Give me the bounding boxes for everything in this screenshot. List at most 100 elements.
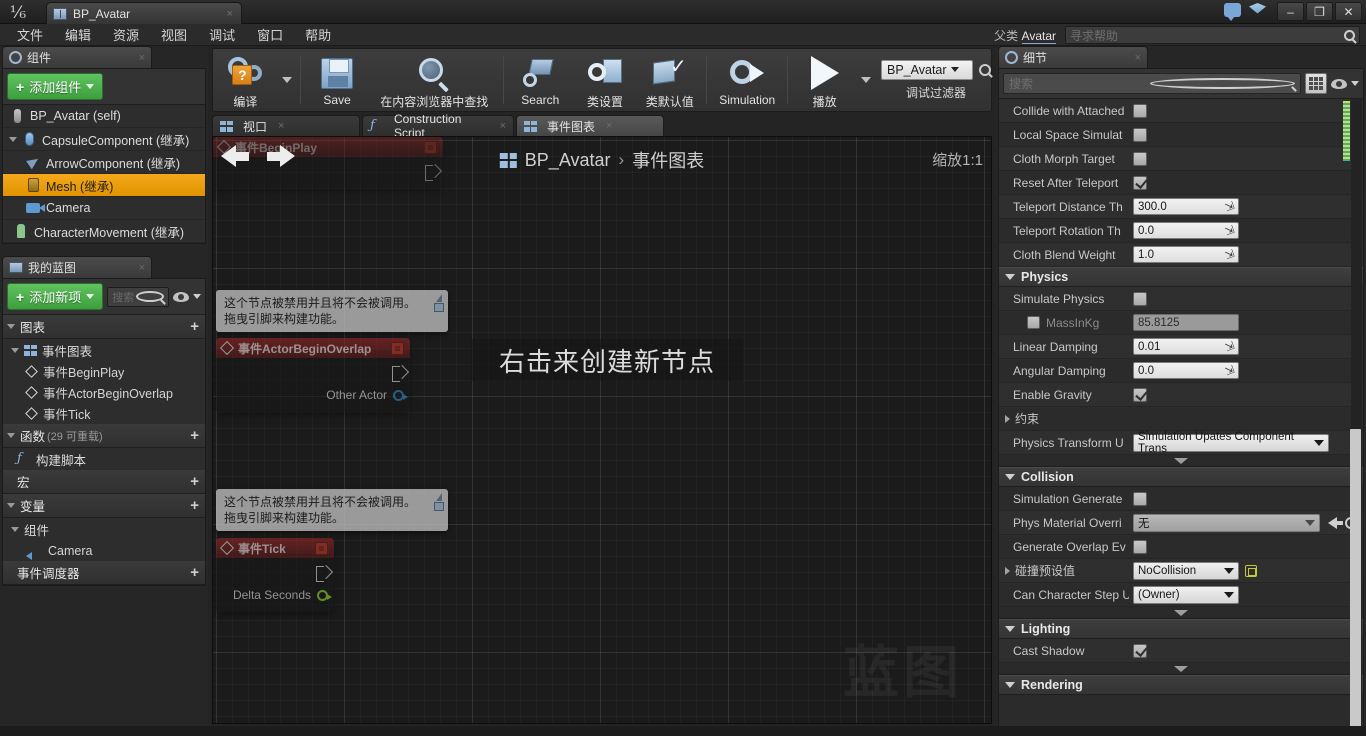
- pin-row-exec[interactable]: [222, 562, 328, 584]
- property-row-physics-transform-update[interactable]: Physics Transform U Simulation Upates Co…: [999, 431, 1363, 455]
- section-variables[interactable]: 变量 +: [3, 494, 205, 518]
- section-graphs[interactable]: 图表 +: [3, 315, 205, 339]
- checkbox[interactable]: [1133, 151, 1147, 166]
- property-value[interactable]: [1129, 291, 1363, 306]
- checkbox-checked[interactable]: [1133, 643, 1147, 658]
- object-pin-icon[interactable]: [393, 389, 408, 401]
- property-row-cast-shadow[interactable]: Cast Shadow: [999, 639, 1363, 663]
- toolbar-simulation-button[interactable]: Simulation: [711, 50, 783, 110]
- item-event-beginplay[interactable]: 事件BeginPlay: [3, 361, 205, 382]
- visibility-eye-icon[interactable]: [173, 291, 189, 302]
- combo-box[interactable]: NoCollision: [1133, 561, 1239, 580]
- component-row-capsulecomponent[interactable]: CapsuleComponent (继承): [3, 128, 205, 151]
- property-value[interactable]: NoCollision: [1129, 561, 1363, 580]
- property-row-simulate-physics[interactable]: Simulate Physics: [999, 287, 1363, 311]
- property-value[interactable]: Simulation Upates Component Trans: [1129, 431, 1363, 455]
- play-options-chevron-down-icon[interactable]: [861, 77, 871, 83]
- item-construction-script[interactable]: ƒ 构建脚本: [3, 448, 205, 470]
- property-row-cloth-blend-weight[interactable]: Cloth Blend Weight 1.0 ⇲: [999, 243, 1363, 267]
- property-value[interactable]: [1129, 175, 1363, 190]
- menu-item-debug[interactable]: 调试: [198, 23, 246, 46]
- number-input[interactable]: 0.0 ⇲: [1133, 222, 1239, 239]
- exec-pin-icon[interactable]: [392, 366, 404, 382]
- chevron-down-icon[interactable]: [1351, 81, 1359, 86]
- property-row-teleport-rotation-threshold[interactable]: Teleport Rotation Th 0.0 ⇲: [999, 219, 1363, 243]
- twirl-closed-icon[interactable]: [1005, 414, 1010, 423]
- spinner-icon[interactable]: ⇲: [1223, 247, 1236, 262]
- checkbox[interactable]: [1133, 291, 1147, 306]
- property-row-enable-gravity[interactable]: Enable Gravity: [999, 383, 1363, 407]
- maximize-button[interactable]: ❐: [1306, 2, 1333, 21]
- component-row-camera[interactable]: Camera: [3, 197, 205, 220]
- toolbar-class-settings-button[interactable]: 类设置: [573, 50, 638, 110]
- number-input[interactable]: 300.0 ⇲: [1133, 198, 1239, 215]
- expander-physics[interactable]: [999, 455, 1363, 467]
- property-value[interactable]: [1129, 491, 1363, 506]
- exec-pin-icon[interactable]: [316, 566, 328, 582]
- compile-options-chevron-down-icon[interactable]: [281, 77, 292, 83]
- property-value[interactable]: [1129, 151, 1363, 166]
- checkbox[interactable]: [1133, 103, 1147, 118]
- property-row-massinkg[interactable]: MassInKg 85.8125: [999, 311, 1363, 335]
- expander-lighting[interactable]: [999, 663, 1363, 675]
- property-row-linear-damping[interactable]: Linear Damping 0.01 ⇲: [999, 335, 1363, 359]
- spinner-icon[interactable]: ⇲: [1223, 363, 1236, 378]
- twirl-open-icon[interactable]: [11, 526, 19, 532]
- add-variable-button[interactable]: +: [190, 497, 199, 514]
- property-value[interactable]: [1129, 127, 1363, 142]
- menu-item-file[interactable]: 文件: [6, 23, 54, 46]
- debug-filter-combo[interactable]: BP_Avatar: [881, 59, 973, 80]
- use-selected-asset-icon[interactable]: [1328, 516, 1343, 529]
- component-row-charactermovement[interactable]: CharacterMovement (继承): [3, 220, 205, 243]
- toolbar-play-button[interactable]: 播放: [792, 50, 857, 110]
- component-row-bp-avatar-self[interactable]: BP_Avatar (self): [3, 105, 205, 128]
- expander-collision[interactable]: [999, 607, 1363, 619]
- item-event-actorbeginoverlap[interactable]: 事件ActorBeginOverlap: [3, 382, 205, 403]
- property-value[interactable]: 0.0 ⇲: [1129, 362, 1363, 379]
- minimize-button[interactable]: –: [1277, 2, 1304, 21]
- twirl-open-icon[interactable]: [9, 136, 17, 142]
- property-row-simulation-generates-hit-events[interactable]: Simulation Generate: [999, 487, 1363, 511]
- details-visibility-eye-icon[interactable]: [1331, 78, 1347, 89]
- details-scrollbar-track[interactable]: [1350, 99, 1362, 729]
- twirl-open-icon[interactable]: [7, 324, 15, 329]
- spinner-icon[interactable]: ⇲: [1223, 199, 1236, 214]
- node-event-actorbeginoverlap[interactable]: 事件ActorBeginOverlap Other Actor: [216, 338, 410, 412]
- section-event-dispatchers[interactable]: 事件调度器 +: [3, 561, 205, 585]
- add-event-dispatcher-button[interactable]: +: [190, 564, 199, 581]
- property-row-generate-overlap-events[interactable]: Generate Overlap Ev: [999, 535, 1363, 559]
- toolbar-find-in-cb-button[interactable]: 在内容浏览器中查找: [369, 50, 498, 110]
- chevron-down-icon[interactable]: [193, 294, 201, 299]
- property-row-teleport-distance-threshold[interactable]: Teleport Distance Th 300.0 ⇲: [999, 195, 1363, 219]
- tab-details-close-icon[interactable]: ×: [1135, 52, 1141, 64]
- pin-row-delta-seconds[interactable]: Delta Seconds: [222, 584, 332, 606]
- checkbox[interactable]: [1133, 491, 1147, 506]
- toolbar-compile-button[interactable]: ? 编译: [213, 50, 278, 110]
- details-grid-view-button[interactable]: [1305, 73, 1327, 94]
- number-input[interactable]: 0.0 ⇲: [1133, 362, 1239, 379]
- menu-item-assets[interactable]: 资源: [102, 23, 150, 46]
- category-header-physics[interactable]: Physics: [999, 267, 1363, 287]
- property-row-collision-presets[interactable]: 碰撞预设值 NoCollision: [999, 559, 1363, 583]
- add-graph-button[interactable]: +: [190, 318, 199, 335]
- marketplace-icon[interactable]: [1249, 3, 1266, 14]
- twirl-closed-icon[interactable]: [1005, 566, 1010, 575]
- property-value[interactable]: 无: [1129, 513, 1363, 532]
- toolbar-save-button[interactable]: Save: [305, 50, 370, 110]
- toolbar-search-button[interactable]: Search: [508, 50, 573, 110]
- property-value[interactable]: [1129, 387, 1363, 402]
- asset-picker[interactable]: 无: [1133, 513, 1320, 532]
- section-macros[interactable]: 宏 +: [3, 470, 205, 494]
- property-value[interactable]: (Owner): [1129, 585, 1363, 604]
- menu-item-window[interactable]: 窗口: [246, 23, 294, 46]
- tab-components[interactable]: 组件 ×: [2, 46, 152, 68]
- add-function-button[interactable]: +: [190, 427, 199, 444]
- menu-item-help[interactable]: 帮助: [294, 23, 342, 46]
- item-variable-camera[interactable]: Camera: [3, 540, 205, 561]
- parent-class-value[interactable]: Avatar: [1021, 29, 1056, 44]
- property-row-reset-after-teleport[interactable]: Reset After Teleport: [999, 171, 1363, 195]
- number-input[interactable]: 1.0 ⇲: [1133, 246, 1239, 263]
- close-button[interactable]: ✕: [1335, 2, 1362, 21]
- node-event-tick[interactable]: 事件Tick Delta Seconds: [216, 538, 334, 612]
- pin-row-exec[interactable]: [222, 362, 404, 384]
